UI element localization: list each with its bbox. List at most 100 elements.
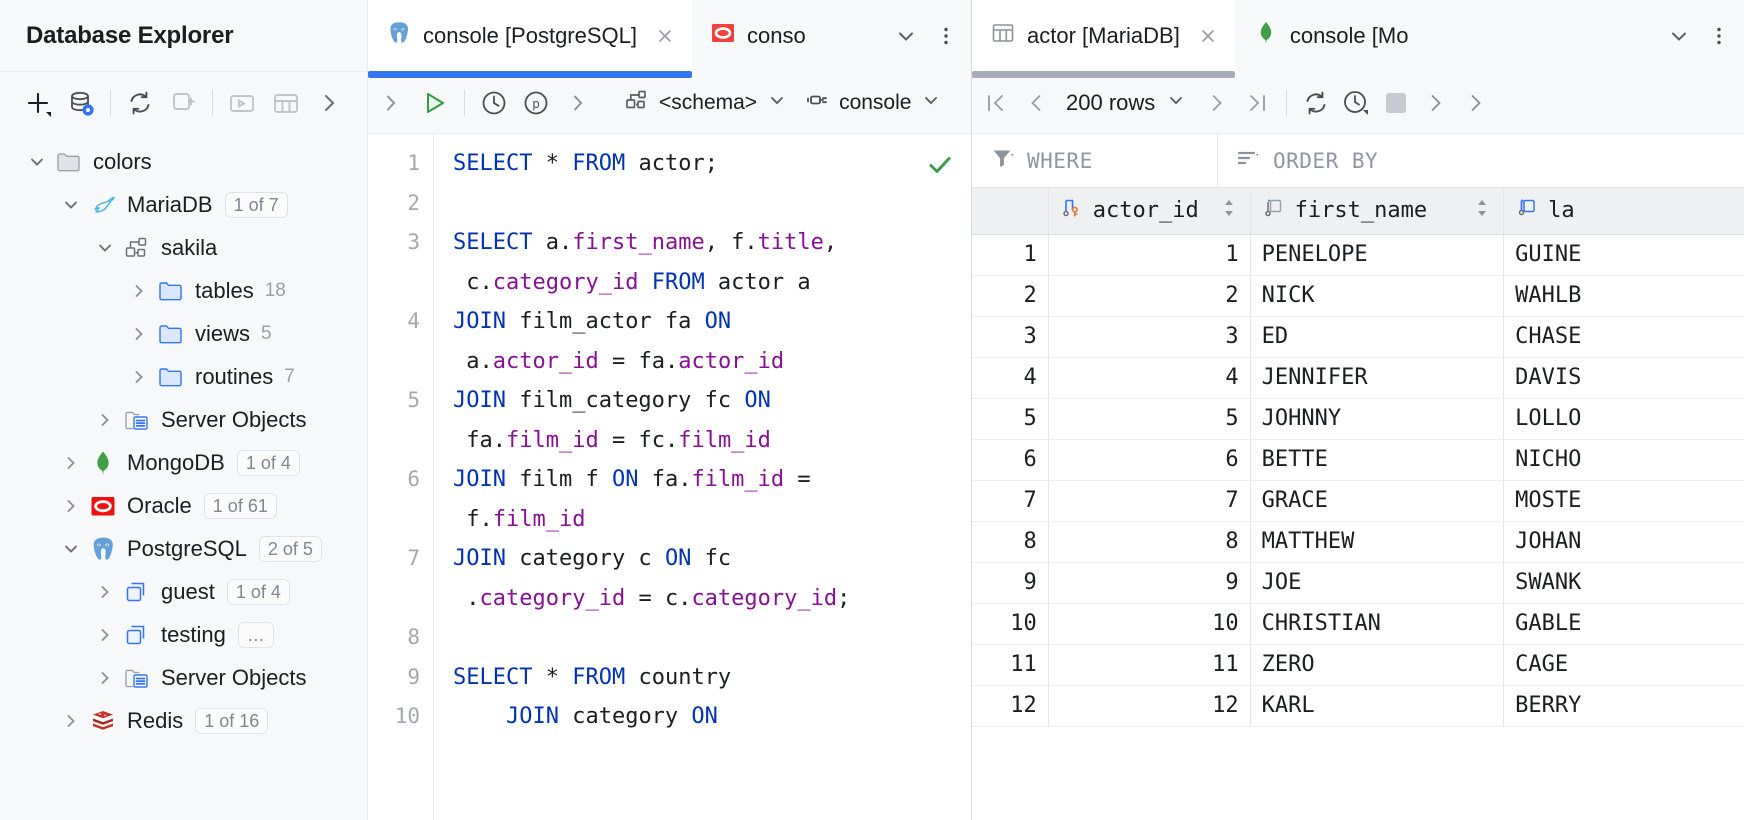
tree-node-redis[interactable]: Redis1 of 16 bbox=[0, 699, 367, 742]
chevron-right-icon[interactable] bbox=[124, 280, 154, 302]
chevron-right-icon[interactable] bbox=[90, 624, 120, 646]
table-row[interactable]: 77GRACEMOSTE bbox=[972, 480, 1744, 521]
page-size-selector[interactable]: 200 rows bbox=[1056, 81, 1197, 125]
sort-arrows-icon[interactable] bbox=[1472, 197, 1492, 225]
cell-actor_id[interactable]: 9 bbox=[1048, 562, 1250, 603]
parameters-button[interactable]: p bbox=[515, 81, 557, 125]
next-page-button[interactable] bbox=[1197, 81, 1237, 125]
table-row[interactable]: 44JENNIFERDAVIS bbox=[972, 357, 1744, 398]
add-button[interactable] bbox=[16, 83, 60, 123]
cell-actor_id[interactable]: 6 bbox=[1048, 439, 1250, 480]
tree-node-mariadb[interactable]: MariaDB1 of 7 bbox=[0, 183, 367, 226]
query-history-button[interactable] bbox=[1336, 81, 1376, 125]
table-row[interactable]: 1212KARLBERRY bbox=[972, 685, 1744, 726]
cell-actor_id[interactable]: 12 bbox=[1048, 685, 1250, 726]
execute-button[interactable] bbox=[412, 81, 456, 125]
more-actions-button[interactable] bbox=[557, 81, 599, 125]
cell-last_name[interactable]: DAVIS bbox=[1504, 357, 1744, 398]
table-row[interactable]: 1111ZEROCAGE bbox=[972, 644, 1744, 685]
chevron-down-icon[interactable] bbox=[22, 151, 52, 173]
table-row[interactable]: 1010CHRISTIANGABLE bbox=[972, 603, 1744, 644]
tab-list-dropdown[interactable] bbox=[887, 16, 925, 56]
cell-actor_id[interactable]: 7 bbox=[1048, 480, 1250, 521]
chevron-down-icon[interactable] bbox=[56, 538, 86, 560]
table-row[interactable]: 11PENELOPEGUINE bbox=[972, 234, 1744, 275]
chevron-right-icon[interactable] bbox=[90, 667, 120, 689]
first-page-button[interactable] bbox=[976, 81, 1016, 125]
cell-actor_id[interactable]: 1 bbox=[1048, 234, 1250, 275]
cell-first_name[interactable]: PENELOPE bbox=[1250, 234, 1503, 275]
disconnect-button[interactable] bbox=[162, 83, 206, 123]
table-row[interactable]: 88MATTHEWJOHAN bbox=[972, 521, 1744, 562]
tab-console-mongodb[interactable]: console [Mo bbox=[1235, 0, 1423, 72]
cell-last_name[interactable]: NICHO bbox=[1504, 439, 1744, 480]
refresh-button[interactable] bbox=[118, 83, 162, 123]
cell-first_name[interactable]: JOHNNY bbox=[1250, 398, 1503, 439]
open-console-button[interactable] bbox=[220, 83, 264, 123]
order-by-filter-input[interactable]: ORDER BY bbox=[1218, 134, 1396, 187]
tree-node-routines[interactable]: routines7 bbox=[0, 355, 367, 398]
more-toolbar-button[interactable] bbox=[307, 83, 351, 123]
cell-first_name[interactable]: MATTHEW bbox=[1250, 521, 1503, 562]
close-icon[interactable] bbox=[652, 23, 678, 49]
cell-first_name[interactable]: NICK bbox=[1250, 275, 1503, 316]
where-filter-input[interactable]: WHERE bbox=[972, 134, 1218, 187]
table-row[interactable]: 22NICKWAHLB bbox=[972, 275, 1744, 316]
cell-actor_id[interactable]: 3 bbox=[1048, 316, 1250, 357]
tab-console-oracle[interactable]: conso bbox=[692, 0, 820, 72]
cell-actor_id[interactable]: 8 bbox=[1048, 521, 1250, 562]
cell-actor_id[interactable]: 4 bbox=[1048, 357, 1250, 398]
chevron-right-icon[interactable] bbox=[90, 409, 120, 431]
chevron-right-icon[interactable] bbox=[90, 581, 120, 603]
sort-arrows-icon[interactable] bbox=[1219, 197, 1239, 225]
cell-last_name[interactable]: CAGE bbox=[1504, 644, 1744, 685]
table-row[interactable]: 99JOESWANK bbox=[972, 562, 1744, 603]
cell-first_name[interactable]: ED bbox=[1250, 316, 1503, 357]
chevron-right-icon[interactable] bbox=[124, 323, 154, 345]
cell-first_name[interactable]: ZERO bbox=[1250, 644, 1503, 685]
cell-last_name[interactable]: MOSTE bbox=[1504, 480, 1744, 521]
column-header-first_name[interactable]: first_name bbox=[1250, 188, 1503, 234]
tree-node-oracle[interactable]: Oracle1 of 61 bbox=[0, 484, 367, 527]
sql-code-content[interactable]: SELECT * FROM actor; SELECT a.first_name… bbox=[434, 134, 971, 820]
table-row[interactable]: 66BETTENICHO bbox=[972, 439, 1744, 480]
tree-node-views[interactable]: views5 bbox=[0, 312, 367, 355]
column-header-la[interactable]: la bbox=[1504, 188, 1744, 234]
collapse-toolbar-button[interactable] bbox=[370, 81, 412, 125]
table-row[interactable]: 33EDCHASE bbox=[972, 316, 1744, 357]
cell-first_name[interactable]: JENNIFER bbox=[1250, 357, 1503, 398]
tree-node-postgresql[interactable]: PostgreSQL2 of 5 bbox=[0, 527, 367, 570]
session-selector[interactable]: console bbox=[796, 81, 950, 125]
tree-node-guest[interactable]: guest1 of 4 bbox=[0, 570, 367, 613]
cell-actor_id[interactable]: 11 bbox=[1048, 644, 1250, 685]
cell-actor_id[interactable]: 10 bbox=[1048, 603, 1250, 644]
next-result-button[interactable] bbox=[1416, 81, 1456, 125]
tree-node-tables[interactable]: tables18 bbox=[0, 269, 367, 312]
tab-list-dropdown[interactable] bbox=[1660, 16, 1698, 56]
data-source-properties-button[interactable] bbox=[60, 83, 104, 123]
cell-first_name[interactable]: KARL bbox=[1250, 685, 1503, 726]
more-result-actions-button[interactable] bbox=[1456, 81, 1496, 125]
close-icon[interactable] bbox=[1195, 23, 1221, 49]
cell-last_name[interactable]: GUINE bbox=[1504, 234, 1744, 275]
chevron-right-icon[interactable] bbox=[56, 710, 86, 732]
previous-page-button[interactable] bbox=[1016, 81, 1056, 125]
chevron-right-icon[interactable] bbox=[56, 452, 86, 474]
tree-node-testing[interactable]: testing… bbox=[0, 613, 367, 656]
cell-first_name[interactable]: CHRISTIAN bbox=[1250, 603, 1503, 644]
open-table-editor-button[interactable] bbox=[264, 83, 308, 123]
tab-options-menu[interactable] bbox=[927, 16, 965, 56]
cell-last_name[interactable]: LOLLO bbox=[1504, 398, 1744, 439]
tree-node-sakila[interactable]: sakila bbox=[0, 226, 367, 269]
last-page-button[interactable] bbox=[1237, 81, 1277, 125]
tree-node-colors[interactable]: colors bbox=[0, 140, 367, 183]
stop-button[interactable] bbox=[1376, 81, 1416, 125]
cell-first_name[interactable]: JOE bbox=[1250, 562, 1503, 603]
schema-selector[interactable]: <schema> bbox=[616, 81, 796, 125]
tree-node-mongodb[interactable]: MongoDB1 of 4 bbox=[0, 441, 367, 484]
cell-last_name[interactable]: WAHLB bbox=[1504, 275, 1744, 316]
cell-last_name[interactable]: JOHAN bbox=[1504, 521, 1744, 562]
chevron-right-icon[interactable] bbox=[56, 495, 86, 517]
tab-console-postgresql[interactable]: console [PostgreSQL] bbox=[368, 0, 692, 72]
cell-last_name[interactable]: SWANK bbox=[1504, 562, 1744, 603]
